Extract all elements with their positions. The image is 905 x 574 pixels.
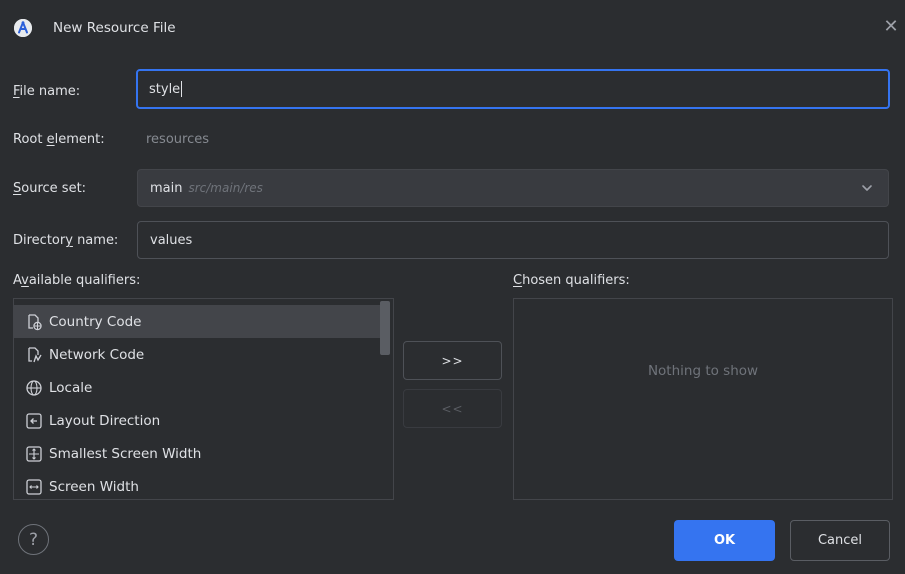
list-item-screen-width[interactable]: Screen Width [14, 470, 381, 499]
cancel-button[interactable]: Cancel [790, 520, 890, 561]
file-name-input[interactable]: style [136, 69, 890, 109]
available-qualifiers-label: Available qualifiers: [13, 273, 141, 288]
directory-name-label: Directory name: [13, 233, 119, 248]
list-item-label: Network Code [49, 346, 145, 363]
list-item-country-code[interactable]: Country Code [14, 305, 381, 338]
layout-direction-icon [26, 412, 42, 429]
list-item-label: Screen Width [49, 478, 139, 495]
network-code-icon [28, 346, 42, 362]
source-set-dropdown[interactable]: main src/main/res [137, 169, 889, 207]
list-scrollbar[interactable] [380, 301, 390, 355]
source-set-path: src/main/res [188, 181, 263, 195]
remove-qualifier-button[interactable]: << [403, 389, 502, 428]
close-icon[interactable]: ✕ [882, 18, 900, 36]
title-bar: New Resource File ✕ [0, 0, 905, 56]
list-item-layout-direction[interactable]: Layout Direction [14, 404, 381, 437]
text-caret [181, 81, 183, 97]
list-item-label: Locale [49, 379, 93, 396]
smallest-screen-width-icon [26, 445, 42, 462]
chosen-qualifiers-label: Chosen qualifiers: [513, 273, 630, 288]
screen-width-icon [26, 478, 42, 495]
chosen-qualifiers-list[interactable]: Nothing to show [513, 298, 893, 500]
android-studio-icon [14, 19, 32, 37]
root-element-value: resources [146, 132, 210, 147]
list-item-label: Smallest Screen Width [49, 445, 202, 462]
list-item-locale[interactable]: Locale [14, 371, 381, 404]
file-name-value: style [149, 81, 181, 97]
source-set-label: Source set: [13, 181, 87, 196]
directory-name-input[interactable]: values [137, 221, 889, 259]
globe-icon [26, 379, 42, 396]
dialog-title: New Resource File [53, 20, 176, 36]
source-set-value: main [150, 180, 183, 196]
empty-state-text: Nothing to show [647, 363, 759, 379]
directory-name-value: values [150, 232, 193, 248]
chevron-down-icon [862, 185, 872, 191]
list-item-network-code[interactable]: Network Code [14, 338, 381, 371]
available-qualifiers-list[interactable]: Country Code Network Code Locale Layout … [13, 298, 394, 500]
country-code-icon [28, 313, 42, 330]
ok-button[interactable]: OK [674, 520, 775, 561]
list-item-smallest-screen-width[interactable]: Smallest Screen Width [14, 437, 381, 470]
list-item-label: Layout Direction [49, 412, 161, 429]
add-qualifier-button[interactable]: >> [403, 341, 502, 380]
file-name-label: File name: [13, 84, 81, 99]
list-item-label: Country Code [49, 313, 142, 330]
help-icon[interactable]: ? [18, 524, 49, 555]
root-element-label: Root element: [13, 132, 105, 147]
